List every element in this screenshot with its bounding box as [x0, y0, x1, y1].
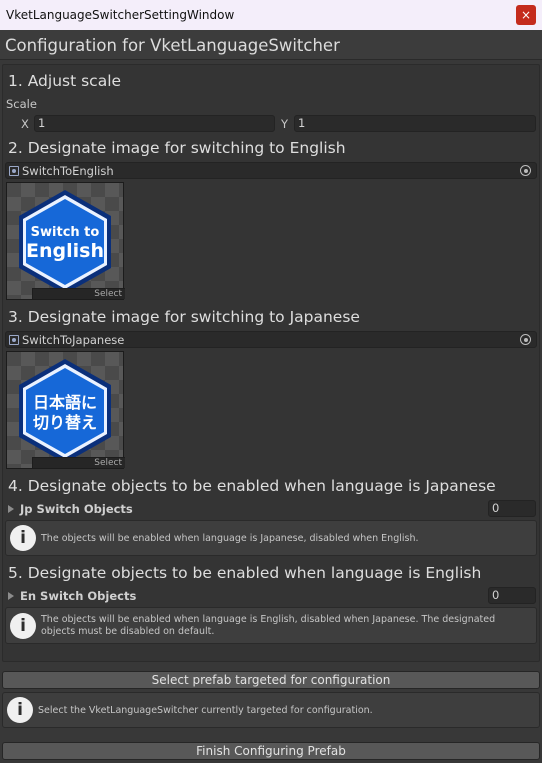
prefab-help-box: i Select the VketLanguageSwitcher curren…	[2, 692, 540, 728]
window-title: VketLanguageSwitcherSettingWindow	[6, 8, 235, 22]
english-image-preview[interactable]: Switch to English Select	[6, 182, 125, 300]
sprite-icon	[9, 166, 19, 176]
jp-switch-objects-foldout[interactable]: Jp Switch Objects	[8, 502, 133, 516]
prefab-help-text: Select the VketLanguageSwitcher currentl…	[38, 705, 373, 716]
jp-switch-objects-count[interactable]: 0	[488, 500, 536, 517]
finish-configuring-button[interactable]: Finish Configuring Prefab	[2, 742, 540, 760]
scale-x-label: X	[21, 117, 29, 131]
jp-switch-objects-label: Jp Switch Objects	[20, 502, 133, 516]
en-help-text-line2: objects must be disabled on default.	[41, 626, 215, 637]
en-switch-objects-count[interactable]: 0	[488, 587, 536, 604]
jp-help-text: The objects will be enabled when languag…	[41, 533, 419, 544]
en-help-text-line1: The objects will be enabled when languag…	[41, 614, 496, 625]
japanese-badge-image: 日本語に 切り替え	[19, 359, 111, 463]
en-switch-objects-label: En Switch Objects	[20, 589, 137, 603]
section-3-heading: 3. Designate image for switching to Japa…	[8, 308, 360, 326]
foldout-arrow-icon	[8, 505, 14, 513]
japanese-badge-line2: 切り替え	[33, 413, 97, 432]
page-title: Configuration for VketLanguageSwitcher	[5, 36, 340, 55]
scale-y-label: Y	[281, 117, 289, 131]
scale-y-input[interactable]: 1	[294, 115, 536, 132]
window-titlebar: VketLanguageSwitcherSettingWindow ×	[0, 0, 542, 30]
english-image-field[interactable]: SwitchToEnglish	[5, 162, 537, 179]
english-select-button[interactable]: Select	[32, 288, 125, 299]
object-picker-icon[interactable]	[520, 165, 531, 176]
sprite-icon	[9, 335, 19, 345]
object-picker-icon[interactable]	[520, 334, 531, 345]
info-icon: i	[7, 697, 33, 723]
japanese-select-button[interactable]: Select	[32, 457, 125, 468]
japanese-badge-line1: 日本語に	[33, 393, 97, 412]
info-icon: i	[10, 525, 36, 551]
english-image-name: SwitchToEnglish	[22, 164, 114, 178]
english-badge-line2: English	[26, 240, 104, 262]
header: Configuration for VketLanguageSwitcher	[0, 30, 542, 60]
section-4-heading: 4. Designate objects to be enabled when …	[8, 477, 496, 495]
scale-x-input[interactable]: 1	[34, 115, 275, 132]
close-button[interactable]: ×	[516, 5, 536, 25]
english-badge-line1: Switch to	[31, 225, 100, 240]
jp-help-box: i The objects will be enabled when langu…	[5, 520, 537, 556]
select-prefab-button[interactable]: Select prefab targeted for configuration	[2, 671, 540, 689]
info-icon: i	[10, 613, 36, 639]
en-switch-objects-foldout[interactable]: En Switch Objects	[8, 589, 136, 603]
japanese-image-preview[interactable]: 日本語に 切り替え Select	[6, 351, 125, 469]
japanese-image-field[interactable]: SwitchToJapanese	[5, 331, 537, 348]
section-5-heading: 5. Designate objects to be enabled when …	[8, 564, 482, 582]
section-1-heading: 1. Adjust scale	[8, 72, 122, 90]
japanese-image-name: SwitchToJapanese	[22, 333, 125, 347]
foldout-arrow-icon	[8, 592, 14, 600]
en-help-box: i The objects will be enabled when langu…	[5, 607, 537, 644]
scale-label: Scale	[6, 97, 37, 111]
section-2-heading: 2. Designate image for switching to Engl…	[8, 139, 346, 157]
english-badge-image: Switch to English	[19, 190, 111, 294]
